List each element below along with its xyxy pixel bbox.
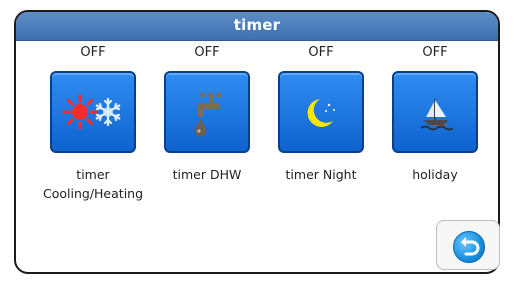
label-cooling-heating: timer Cooling/Heating: [43, 167, 144, 201]
timer-dhw: OFF timer DHW: [157, 44, 257, 184]
faucet-icon: [195, 92, 222, 137]
timer-night: OFF timer Night: [271, 44, 371, 184]
label-holiday: holiday: [412, 167, 458, 182]
title-bar: timer: [16, 12, 498, 41]
dhw-timer-button[interactable]: [164, 71, 250, 153]
night-timer-button[interactable]: [278, 71, 364, 153]
label-night: timer Night: [285, 167, 357, 182]
timer-holiday: OFF holiday: [385, 44, 485, 184]
status-holiday: OFF: [422, 45, 448, 60]
holiday-button[interactable]: [392, 71, 478, 153]
label-dhw: timer DHW: [172, 167, 242, 182]
back-circle: [453, 231, 485, 263]
status-night: OFF: [308, 45, 334, 60]
page-title: timer: [233, 16, 281, 34]
cooling-heating-timer-button[interactable]: [50, 71, 136, 153]
back-button[interactable]: [436, 220, 500, 270]
moon-icon: [307, 99, 335, 127]
back-arrow-icon: [461, 237, 480, 256]
timer-cooling-heating: OFF timer Cooling/Heating: [43, 44, 143, 203]
sailboat-icon: [420, 99, 454, 131]
sun-snowflake-icon: [62, 94, 121, 130]
status-dhw: OFF: [194, 45, 220, 60]
status-cooling-heating: OFF: [80, 45, 106, 60]
